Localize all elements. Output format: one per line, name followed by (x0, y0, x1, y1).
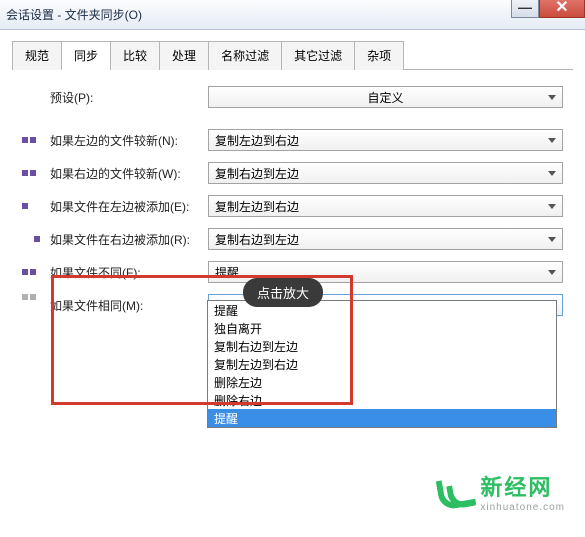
status-bullets (22, 294, 50, 300)
label-added-right: 如果文件在右边被添加(R): (50, 231, 208, 248)
dropdown-option-selected[interactable]: 提醒 (208, 409, 556, 427)
logo-mark-icon (434, 472, 474, 512)
label-left-newer: 如果左边的文件较新(N): (50, 132, 208, 149)
logo-text-en: xinhuatone.com (480, 502, 565, 513)
row-added-left: 如果文件在左边被添加(E): 复制左边到右边 (22, 195, 563, 217)
added-left-combo[interactable]: 复制左边到右边 (208, 195, 563, 217)
dropdown-option[interactable]: 删除右边 (208, 391, 556, 409)
close-button[interactable]: ✕ (539, 0, 585, 18)
status-bullets (22, 203, 50, 209)
dropdown-option[interactable]: 删除左边 (208, 373, 556, 391)
label-added-left: 如果文件在左边被添加(E): (50, 198, 208, 215)
right-newer-combo[interactable]: 复制右边到左边 (208, 162, 563, 184)
label-preset: 预设(P): (50, 89, 208, 106)
tab-other-filter[interactable]: 其它过滤 (281, 41, 355, 70)
minimize-button[interactable]: — (511, 0, 539, 18)
tab-strip: 规范 同步 比较 处理 名称过滤 其它过滤 杂项 (12, 40, 573, 70)
tab-misc[interactable]: 杂项 (354, 41, 404, 70)
status-bullets (22, 269, 50, 275)
window-title: 会话设置 - 文件夹同步(O) (6, 6, 142, 23)
dropdown-option[interactable]: 独自离开 (208, 319, 556, 337)
row-added-right: 如果文件在右边被添加(R): 复制右边到左边 (22, 228, 563, 250)
status-bullets (22, 236, 50, 242)
tab-sync[interactable]: 同步 (61, 41, 111, 70)
row-preset: 预设(P): 自定义 (22, 86, 563, 108)
left-newer-combo[interactable]: 复制左边到右边 (208, 129, 563, 151)
dropdown-option[interactable]: 复制右边到左边 (208, 337, 556, 355)
tab-handle[interactable]: 处理 (159, 41, 209, 70)
dropdown-option[interactable]: 复制左边到右边 (208, 355, 556, 373)
tab-spec[interactable]: 规范 (12, 41, 62, 70)
tab-name-filter[interactable]: 名称过滤 (208, 41, 282, 70)
label-same: 如果文件相同(M): (50, 294, 208, 314)
status-bullets (22, 137, 50, 143)
added-right-combo[interactable]: 复制右边到左边 (208, 228, 563, 250)
tab-compare[interactable]: 比较 (110, 41, 160, 70)
logo-text-cn: 新经网 (480, 470, 565, 502)
label-diff: 如果文件不同(F): (50, 264, 208, 281)
same-dropdown-list: 提醒 独自离开 复制右边到左边 复制左边到右边 删除左边 删除右边 提醒 (207, 300, 557, 428)
watermark-logo: 新经网 xinhuatone.com (434, 470, 565, 513)
row-left-newer: 如果左边的文件较新(N): 复制左边到右边 (22, 129, 563, 151)
row-right-newer: 如果右边的文件较新(W): 复制右边到左边 (22, 162, 563, 184)
tooltip-zoom: 点击放大 (243, 278, 323, 307)
status-bullets (22, 170, 50, 176)
preset-combo[interactable]: 自定义 (208, 86, 563, 108)
window-buttons: — ✕ (511, 0, 585, 18)
label-right-newer: 如果右边的文件较新(W): (50, 165, 208, 182)
title-bar: 会话设置 - 文件夹同步(O) — ✕ (0, 0, 585, 30)
